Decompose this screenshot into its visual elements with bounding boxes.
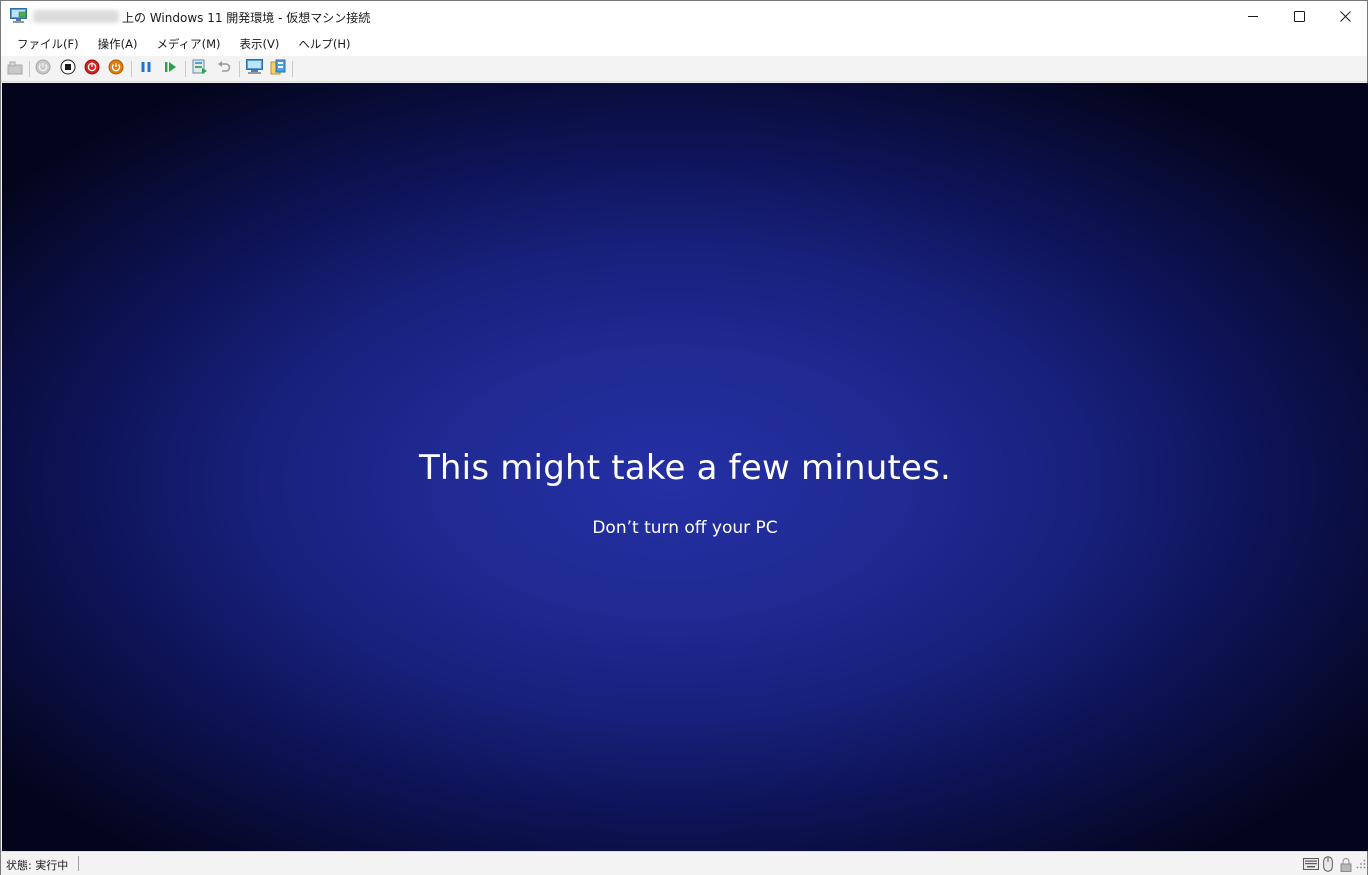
- vm-status-text: 状態: 実行中: [6, 859, 69, 872]
- shutdown-button[interactable]: [83, 59, 101, 79]
- pause-icon: [138, 59, 154, 79]
- menu-media[interactable]: メディア(M): [148, 33, 228, 55]
- update-headline: This might take a few minutes.: [418, 448, 952, 488]
- menu-view[interactable]: 表示(V): [232, 33, 288, 55]
- revert-button[interactable]: [215, 60, 233, 78]
- shutdown-icon: [84, 59, 100, 79]
- toolbar-separator: [292, 61, 293, 77]
- lock-icon: [1339, 856, 1353, 872]
- keyboard-icon: [1302, 856, 1319, 872]
- title-bar[interactable]: 上の Windows 11 開発環境 - 仮想マシン接続: [1, 1, 1367, 32]
- menu-bar: ファイル(F) 操作(A) メディア(M) 表示(V) ヘルプ(H): [1, 32, 1367, 56]
- close-button[interactable]: [1322, 1, 1368, 32]
- share-icon: [270, 59, 286, 79]
- window-title: 上の Windows 11 開発環境 - 仮想マシン接続: [122, 11, 371, 25]
- toolbar-separator: [29, 61, 30, 77]
- menu-help[interactable]: ヘルプ(H): [290, 33, 358, 55]
- vm-connection-app-icon: [10, 8, 27, 24]
- close-icon: [1339, 11, 1351, 22]
- pause-button[interactable]: [137, 60, 155, 78]
- menu-file[interactable]: ファイル(F): [9, 33, 87, 55]
- vm-connection-window: 上の Windows 11 開発環境 - 仮想マシン接続 ファイル(F) 操作(…: [0, 0, 1368, 875]
- start-button[interactable]: [34, 59, 52, 79]
- save-icon: [108, 59, 124, 79]
- checkpoint-button[interactable]: [191, 59, 209, 79]
- enhanced-session-icon: [245, 59, 263, 79]
- host-name-redacted: [33, 10, 119, 23]
- toolbar: [1, 56, 1367, 82]
- vm-display[interactable]: This might take a few minutes. Don’t tur…: [2, 83, 1368, 851]
- mouse-icon: [1322, 856, 1334, 872]
- revert-icon: [216, 59, 232, 79]
- start-icon: [35, 59, 51, 79]
- enhanced-session-button[interactable]: [245, 59, 263, 79]
- menu-action[interactable]: 操作(A): [90, 33, 146, 55]
- save-button[interactable]: [107, 59, 125, 79]
- update-subline: Don’t turn off your PC: [592, 518, 778, 538]
- toolbar-separator: [239, 61, 240, 77]
- checkpoint-icon: [192, 59, 208, 79]
- ctrl-alt-del-icon: [7, 60, 23, 79]
- ctrl-alt-del-button[interactable]: [6, 60, 24, 78]
- turn-off-button[interactable]: [59, 59, 77, 79]
- minimize-icon: [1247, 11, 1259, 22]
- resize-grip-icon[interactable]: [1355, 856, 1366, 872]
- resume-icon: [162, 59, 178, 79]
- toolbar-separator: [185, 61, 186, 77]
- maximize-icon: [1293, 11, 1305, 22]
- maximize-button[interactable]: [1276, 1, 1322, 32]
- toolbar-separator: [131, 61, 132, 77]
- resume-button[interactable]: [161, 60, 179, 78]
- status-bar: 状態: 実行中: [1, 851, 1367, 875]
- status-separator: [78, 856, 79, 871]
- minimize-button[interactable]: [1230, 1, 1276, 32]
- turn-off-icon: [60, 59, 76, 79]
- share-button[interactable]: [269, 59, 287, 79]
